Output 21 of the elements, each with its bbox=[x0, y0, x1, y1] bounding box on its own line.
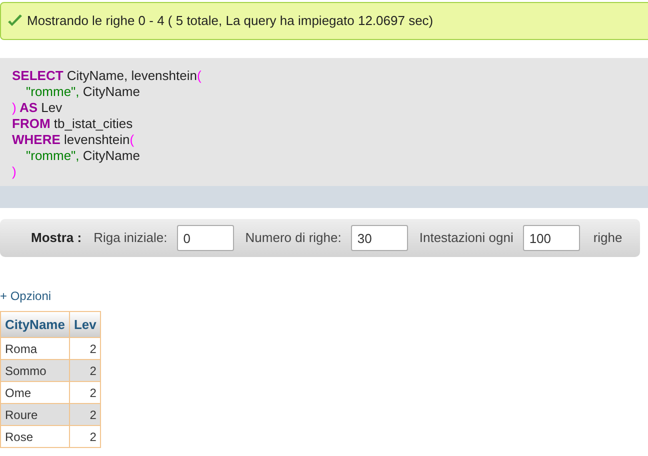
sql-line: SELECT CityName, levenshtein( bbox=[12, 68, 202, 84]
field-label: Numero di righe: bbox=[245, 229, 342, 248]
column-header[interactable]: CityName bbox=[0, 312, 70, 338]
toolbar-title: Mostra : bbox=[31, 229, 82, 248]
sql-line: "romme", CityName bbox=[25, 84, 140, 100]
result-message: Mostrando le righe 0 - 4 ( 5 totale, La query ha impiegato 12.0697 sec) bbox=[27, 12, 434, 30]
sql-line: ) AS Lev bbox=[12, 100, 62, 116]
number-field[interactable]: 30 bbox=[351, 225, 408, 251]
sql-line: "romme", CityName bbox=[25, 148, 140, 164]
field-label: Riga iniziale: bbox=[94, 229, 168, 248]
number-field[interactable]: 100 bbox=[523, 225, 580, 251]
sql-line: WHERE levenshtein( bbox=[12, 132, 134, 148]
options-link[interactable]: + Opzioni bbox=[0, 289, 52, 303]
checkmark-icon bbox=[7, 14, 23, 28]
field-label: righe bbox=[593, 229, 622, 248]
table-cell: Rose bbox=[0, 426, 70, 448]
sql-line: FROM tb_istat_cities bbox=[12, 116, 133, 132]
table-cell: 2 bbox=[69, 426, 101, 448]
number-field[interactable]: 0 bbox=[177, 225, 234, 251]
field-label: Intestazioni ogni bbox=[419, 229, 514, 248]
sql-line: ) bbox=[12, 164, 16, 180]
